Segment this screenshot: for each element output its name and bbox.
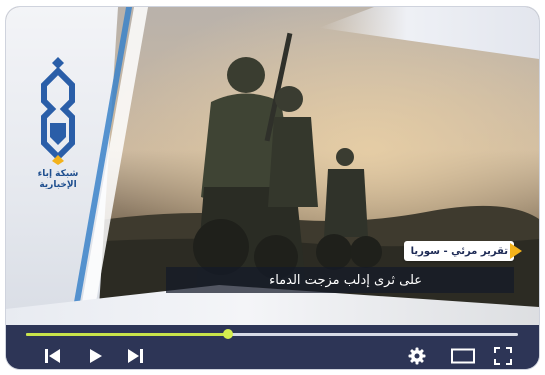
skip-previous-icon bbox=[45, 349, 60, 363]
settings-button[interactable] bbox=[406, 347, 428, 365]
theater-mode-button[interactable] bbox=[449, 347, 477, 365]
logo-text-line2: الإخبارية bbox=[39, 180, 77, 190]
logo-emblem-icon bbox=[41, 57, 75, 165]
theater-mode-icon bbox=[451, 348, 475, 364]
previous-button[interactable] bbox=[42, 347, 64, 365]
progress-handle[interactable] bbox=[222, 329, 233, 339]
progress-fill bbox=[26, 333, 228, 336]
video-frame[interactable]: شبكة إباء الإخبارية تقرير مرئي - سوريا ع… bbox=[6, 7, 539, 325]
next-button[interactable] bbox=[124, 347, 146, 365]
logo-text-line1: شبكة إباء bbox=[37, 169, 79, 179]
headline-bar: على ثرى إدلب مزجت الدماء bbox=[166, 267, 514, 293]
skip-next-icon bbox=[128, 349, 143, 363]
report-tag: تقرير مرئي - سوريا bbox=[404, 241, 522, 261]
video-player: شبكة إباء الإخبارية تقرير مرئي - سوريا ع… bbox=[6, 7, 539, 369]
fullscreen-button[interactable] bbox=[492, 347, 514, 365]
progress-bar[interactable] bbox=[26, 329, 518, 339]
player-controls bbox=[6, 325, 539, 369]
tag-arrow-icon bbox=[510, 243, 522, 259]
headline-text: على ثرى إدلب مزجت الدماء bbox=[269, 272, 422, 288]
report-tag-label: تقرير مرئي - سوريا bbox=[410, 245, 508, 257]
gear-icon bbox=[408, 347, 426, 365]
channel-logo: شبكة إباء الإخبارية bbox=[30, 57, 86, 207]
fullscreen-icon bbox=[494, 347, 512, 365]
play-button[interactable] bbox=[84, 347, 106, 365]
logo-text: شبكة إباء الإخبارية bbox=[30, 169, 86, 191]
play-icon bbox=[90, 349, 102, 363]
